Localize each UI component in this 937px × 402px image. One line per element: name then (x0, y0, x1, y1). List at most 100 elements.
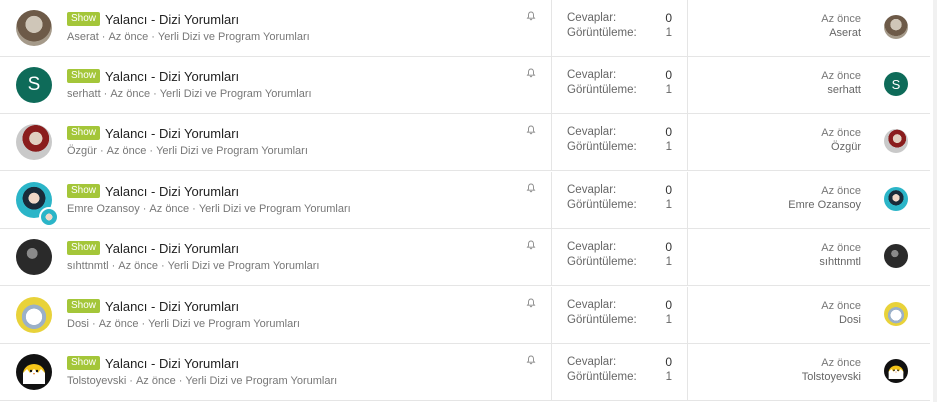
bell-icon[interactable] (526, 125, 536, 135)
last-poster-avatar[interactable] (884, 129, 908, 153)
column-divider (687, 0, 688, 56)
post-time[interactable]: Az önce (107, 145, 147, 157)
topic-stats: Cevaplar: 0 Görüntüleme: 1 (567, 68, 672, 98)
forum-link[interactable]: Yerli Dizi ve Program Yorumları (148, 318, 300, 330)
topic-main: Show Yalancı - Dizi Yorumları Dosi · Az ön… (67, 298, 300, 330)
topic-title-link[interactable]: Yalancı - Dizi Yorumları (105, 356, 239, 371)
prefix-badge[interactable]: Show (67, 12, 101, 26)
topic-stats: Cevaplar: 0 Görüntüleme: 1 (567, 11, 672, 41)
forum-link[interactable]: Yerli Dizi ve Program Yorumları (185, 375, 337, 387)
topic-list: Show Yalancı - Dizi Yorumları Aserat · Az … (0, 0, 937, 402)
forum-link[interactable]: Yerli Dizi ve Program Yorumları (199, 203, 351, 215)
last-post-time[interactable]: Az önce (700, 127, 861, 139)
forum-link[interactable]: Yerli Dizi ve Program Yorumları (156, 145, 308, 157)
topic-title-link[interactable]: Yalancı - Dizi Yorumları (105, 241, 239, 256)
topic-stats: Cevaplar: 0 Görüntüleme: 1 (567, 240, 672, 270)
last-post-user[interactable]: Aserat (700, 27, 861, 39)
topic-row[interactable]: Show Yalancı - Dizi Yorumları Dosi · Az ön… (0, 287, 930, 344)
topic-title-link[interactable]: Yalancı - Dizi Yorumları (105, 126, 239, 141)
prefix-badge[interactable]: Show (67, 126, 101, 140)
topic-title-link[interactable]: Yalancı - Dizi Yorumları (105, 184, 239, 199)
last-poster-avatar[interactable] (884, 302, 908, 326)
last-post-time[interactable]: Az önce (700, 185, 861, 197)
topic-main: Show Yalancı - Dizi Yorumları Özgür · Az ö… (67, 125, 308, 157)
last-post-time[interactable]: Az önce (700, 300, 861, 312)
bell-icon[interactable] (526, 68, 536, 78)
author-avatar[interactable] (16, 239, 52, 275)
replies-count: 0 (665, 68, 672, 82)
column-divider (687, 287, 688, 343)
topic-row[interactable]: Show Yalancı - Dizi Yorumları Özgür · Az ö… (0, 114, 930, 171)
topic-title-link[interactable]: Yalancı - Dizi Yorumları (105, 69, 239, 84)
last-post-time[interactable]: Az önce (700, 242, 861, 254)
last-post-time[interactable]: Az önce (700, 357, 861, 369)
last-post-user[interactable]: sıhttnmtl (700, 256, 861, 268)
post-time[interactable]: Az önce (149, 203, 189, 215)
topic-row[interactable]: Show Yalancı - Dizi Yorumları Emre Ozans… (0, 172, 930, 229)
post-time[interactable]: Az önce (108, 31, 148, 43)
views-label: Görüntüleme: (567, 314, 637, 326)
topic-main: Show Yalancı - Dizi Yorumları Aserat · Az … (67, 11, 310, 43)
prefix-badge[interactable]: Show (67, 299, 101, 313)
author-avatar[interactable] (16, 297, 52, 333)
author-avatar[interactable] (16, 124, 52, 160)
last-poster-avatar[interactable]: S (884, 72, 908, 96)
last-post-user[interactable]: Tolstoyevski (700, 371, 861, 383)
topic-row[interactable]: Show Yalancı - Dizi Yorumları Tolstoyevs… (0, 344, 930, 401)
last-poster-avatar[interactable] (884, 359, 908, 383)
topic-row[interactable]: S Show Yalancı - Dizi Yorumları serhatt ·… (0, 57, 930, 114)
last-poster-avatar[interactable] (884, 244, 908, 268)
author-link[interactable]: sıhttnmtl (67, 260, 109, 272)
views-count: 1 (665, 141, 672, 153)
last-post-time[interactable]: Az önce (700, 13, 861, 25)
last-post: Az önce Emre Ozansoy (700, 185, 861, 211)
topic-row[interactable]: Show Yalancı - Dizi Yorumları sıhttnmtl ·… (0, 229, 930, 286)
topic-stats: Cevaplar: 0 Görüntüleme: 1 (567, 355, 672, 385)
forum-link[interactable]: Yerli Dizi ve Program Yorumları (168, 260, 320, 272)
column-divider (551, 57, 552, 113)
author-avatar[interactable] (16, 354, 52, 390)
post-time[interactable]: Az önce (99, 318, 139, 330)
prefix-badge[interactable]: Show (67, 184, 101, 198)
last-post-user[interactable]: serhatt (700, 84, 861, 96)
last-poster-avatar[interactable] (884, 187, 908, 211)
post-time[interactable]: Az önce (110, 88, 150, 100)
prefix-badge[interactable]: Show (67, 69, 101, 83)
post-time[interactable]: Az önce (136, 375, 176, 387)
last-post-user[interactable]: Emre Ozansoy (700, 199, 861, 211)
prefix-badge[interactable]: Show (67, 241, 101, 255)
forum-link[interactable]: Yerli Dizi ve Program Yorumları (160, 88, 312, 100)
post-time[interactable]: Az önce (118, 260, 158, 272)
column-divider (551, 229, 552, 285)
author-link[interactable]: Aserat (67, 31, 99, 43)
author-link[interactable]: Dosi (67, 318, 89, 330)
last-post-time[interactable]: Az önce (700, 70, 861, 82)
topic-main: Show Yalancı - Dizi Yorumları Emre Ozans… (67, 183, 351, 215)
bell-icon[interactable] (526, 355, 536, 365)
prefix-badge[interactable]: Show (67, 356, 101, 370)
forum-link[interactable]: Yerli Dizi ve Program Yorumları (158, 31, 310, 43)
last-post: Az önce Özgür (700, 127, 861, 153)
author-avatar[interactable]: S (16, 67, 52, 103)
author-link[interactable]: serhatt (67, 88, 101, 100)
topic-title-link[interactable]: Yalancı - Dizi Yorumları (105, 12, 239, 27)
bell-icon[interactable] (526, 11, 536, 21)
topic-row[interactable]: Show Yalancı - Dizi Yorumları Aserat · Az … (0, 0, 930, 57)
scrollbar[interactable] (933, 0, 937, 402)
bell-icon[interactable] (526, 240, 536, 250)
bell-icon[interactable] (526, 183, 536, 193)
author-avatar[interactable] (16, 10, 52, 46)
last-poster-avatar[interactable] (884, 15, 908, 39)
author-link[interactable]: Özgür (67, 145, 97, 157)
author-link[interactable]: Emre Ozansoy (67, 203, 140, 215)
participant-avatar[interactable] (39, 207, 59, 227)
author-link[interactable]: Tolstoyevski (67, 375, 126, 387)
replies-label: Cevaplar: (567, 241, 617, 253)
views-count: 1 (665, 256, 672, 268)
last-post-user[interactable]: Dosi (700, 314, 861, 326)
last-post-user[interactable]: Özgür (700, 141, 861, 153)
topic-title-link[interactable]: Yalancı - Dizi Yorumları (105, 299, 239, 314)
views-count: 1 (665, 84, 672, 96)
bell-icon[interactable] (526, 298, 536, 308)
topic-main: Show Yalancı - Dizi Yorumları serhatt · Az… (67, 68, 312, 100)
